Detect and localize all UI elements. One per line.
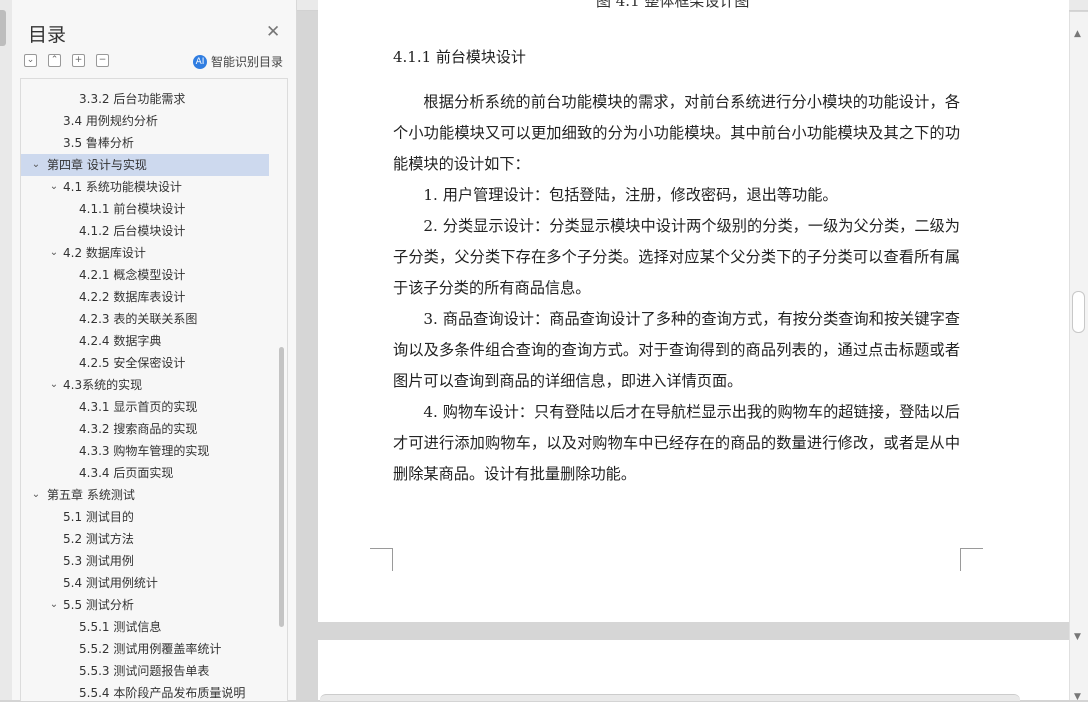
page-margin-corner-right — [960, 548, 983, 571]
toc-item[interactable]: 3.4 用例规约分析 — [21, 110, 269, 132]
toc-item-label: 5.2 测试方法 — [63, 532, 134, 546]
chevron-down-icon[interactable]: ⌄ — [31, 154, 41, 176]
level-up-icon[interactable]: ⌃ — [48, 54, 61, 67]
next-page — [318, 640, 1069, 700]
toc-item[interactable]: 4.3.3 购物车管理的实现 — [21, 440, 269, 462]
chevron-down-icon[interactable]: ⌄ — [49, 242, 59, 264]
toc-item-label: 4.3.3 购物车管理的实现 — [79, 444, 210, 458]
toc-item-label: 4.3.4 后页面实现 — [79, 466, 174, 480]
toc-item-label: 3.5 鲁棒分析 — [63, 136, 134, 150]
toc-item-label: 5.3 测试用例 — [63, 554, 134, 568]
toc-item-label: 4.1.2 后台模块设计 — [79, 224, 186, 238]
section-heading: 4.1.1 前台模块设计 — [393, 48, 526, 66]
toc-item[interactable]: 5.5.4 本阶段产品发布质量说明 — [21, 682, 269, 701]
toc-item[interactable]: 5.4 测试用例统计 — [21, 572, 269, 594]
chevron-down-icon[interactable]: ⌄ — [31, 484, 41, 506]
toc-item[interactable]: 4.1.1 前台模块设计 — [21, 198, 269, 220]
toc-toolbar: ⌄ ⌃ + − — [24, 54, 109, 67]
paragraph-intro: 根据分析系统的前台功能模块的需求，对前台系统进行分小模块的功能设计，各个小功能模… — [393, 93, 960, 173]
toc-item[interactable]: ⌄ 4.3系统的实现 — [21, 374, 269, 396]
toc-item-label: 第四章 设计与实现 — [47, 158, 147, 172]
toc-item[interactable]: 4.2.3 表的关联关系图 — [21, 308, 269, 330]
smart-toc-label: 智能识别目录 — [211, 55, 284, 69]
toc-item-label: 3.3.2 后台功能需求 — [79, 92, 186, 106]
toc-item[interactable]: 5.5.1 测试信息 — [21, 616, 269, 638]
scrollbar-thumb[interactable] — [1072, 291, 1085, 333]
paragraph-category-display: 2. 分类显示设计：分类显示模块中设计两个级别的分类，一级为父分类，二级为子分类… — [393, 217, 960, 297]
toc-item-label: 4.1.1 前台模块设计 — [79, 202, 186, 216]
sidebar-title: 目录 — [28, 24, 67, 46]
toc-item[interactable]: 4.2.4 数据字典 — [21, 330, 269, 352]
toc-item[interactable]: 5.3 测试用例 — [21, 550, 269, 572]
expand-icon[interactable]: + — [72, 54, 85, 67]
toc-item-label: 5.4 测试用例统计 — [63, 576, 158, 590]
paragraph-user-management: 1. 用户管理设计：包括登陆，注册，修改密码，退出等功能。 — [423, 186, 838, 204]
toc-item[interactable]: 4.2.2 数据库表设计 — [21, 286, 269, 308]
toc-item[interactable]: 4.2.5 安全保密设计 — [21, 352, 269, 374]
toc-item[interactable]: ⌄ 5.5 测试分析 — [21, 594, 269, 616]
toc-item[interactable]: 4.3.2 搜索商品的实现 — [21, 418, 269, 440]
collapse-all-icon[interactable]: ⌄ — [24, 54, 37, 67]
toc-item-label: 第五章 系统测试 — [47, 488, 135, 502]
toc-item-label: 5.5.3 测试问题报告单表 — [79, 664, 210, 678]
chevron-down-icon[interactable]: ⌄ — [49, 176, 59, 198]
toc-item[interactable]: ⌄ 第四章 设计与实现 — [21, 154, 269, 176]
page-margin-corner-left — [370, 548, 393, 571]
toc-item-label: 4.3系统的实现 — [63, 378, 143, 392]
chevron-down-icon[interactable]: ⌄ — [49, 374, 59, 396]
toc-item-label: 3.4 用例规约分析 — [63, 114, 158, 128]
scroll-page-down-icon[interactable]: ▼ — [1074, 692, 1081, 702]
close-icon[interactable]: ✕ — [266, 22, 280, 42]
document-page: 图 4.1 整体框架设计图 4.1.1 前台模块设计 根据分析系统的前台功能模块… — [318, 0, 1069, 622]
toc-item[interactable]: ⌄ 第五章 系统测试 — [21, 484, 269, 506]
body-text: 根据分析系统的前台功能模块的需求，对前台系统进行分小模块的功能设计，各个小功能模… — [393, 87, 960, 490]
chevron-down-icon[interactable]: ⌄ — [49, 594, 59, 616]
collapse-icon[interactable]: − — [96, 54, 109, 67]
toc-item[interactable]: 4.1.2 后台模块设计 — [21, 220, 269, 242]
smart-toc-button[interactable]: AI 智能识别目录 — [193, 53, 283, 70]
toc-item-label: 4.2.1 概念模型设计 — [79, 268, 186, 282]
toc-item[interactable]: 5.5.3 测试问题报告单表 — [21, 660, 269, 682]
toc-item-label: 5.5.2 测试用例覆盖率统计 — [79, 642, 222, 656]
toc-item[interactable]: 5.1 测试目的 — [21, 506, 269, 528]
toc-item-label: 4.2.4 数据字典 — [79, 334, 162, 348]
toc-item-label: 4.2.5 安全保密设计 — [79, 356, 186, 370]
toc-item-label: 4.2.2 数据库表设计 — [79, 290, 186, 304]
toc-item[interactable]: 5.5.2 测试用例覆盖率统计 — [21, 638, 269, 660]
scroll-up-icon[interactable]: ▲ — [1074, 29, 1081, 39]
toc-item-label: 5.5 测试分析 — [63, 598, 134, 612]
toc-item[interactable]: 4.3.1 显示首页的实现 — [21, 396, 269, 418]
navigation-pane-tab[interactable] — [0, 10, 6, 46]
paragraph-shopping-cart: 4. 购物车设计：只有登陆以后才在导航栏显示出我的购物车的超链接，登陆以后才可进… — [393, 403, 960, 483]
paragraph-product-search: 3. 商品查询设计：商品查询设计了多种的查询方式，有按分类查询和按关键字查询以及… — [393, 310, 960, 390]
toc-scrollbar-thumb[interactable] — [279, 347, 284, 627]
toc-item[interactable]: 5.2 测试方法 — [21, 528, 269, 550]
toc-item[interactable]: 3.5 鲁棒分析 — [21, 132, 269, 154]
toc-list: 3.3.2 后台功能需求 3.4 用例规约分析 3.5 鲁棒分析 ⌄ 第四章 设计与实现… — [21, 88, 269, 701]
vertical-scrollbar[interactable]: ▲ ▼ ▼ — [1069, 12, 1088, 702]
toc-item-label: 4.1 系统功能模块设计 — [63, 180, 182, 194]
toc-item-label: 4.3.1 显示首页的实现 — [79, 400, 198, 414]
scroll-down-icon[interactable]: ▼ — [1074, 632, 1081, 642]
toc-item-label: 4.3.2 搜索商品的实现 — [79, 422, 198, 436]
toc-item-label: 4.2.3 表的关联关系图 — [79, 312, 198, 326]
toc-item[interactable]: 4.2.1 概念模型设计 — [21, 264, 269, 286]
toc-sidebar: 目录 ✕ ⌄ ⌃ + − AI 智能识别目录 3.3.2 后台功能需求 3.4 用… — [12, 0, 297, 701]
toc-item[interactable]: ⌄ 4.1 系统功能模块设计 — [21, 176, 269, 198]
toc-item-label: 5.1 测试目的 — [63, 510, 134, 524]
smart-recognize-icon: AI — [193, 54, 207, 69]
toc-item[interactable]: 3.3.2 后台功能需求 — [21, 88, 269, 110]
figure-caption-partial: 图 4.1 整体框架设计图 — [596, 0, 750, 10]
toc-item-label: 5.5.4 本阶段产品发布质量说明 — [79, 686, 246, 700]
toc-item-label: 5.5.1 测试信息 — [79, 620, 162, 634]
toc-list-frame: 3.3.2 后台功能需求 3.4 用例规约分析 3.5 鲁棒分析 ⌄ 第四章 设计与实现… — [20, 78, 288, 701]
toc-item-label: 4.2 数据库设计 — [63, 246, 146, 260]
toc-item[interactable]: 4.3.4 后页面实现 — [21, 462, 269, 484]
toc-item[interactable]: ⌄ 4.2 数据库设计 — [21, 242, 269, 264]
